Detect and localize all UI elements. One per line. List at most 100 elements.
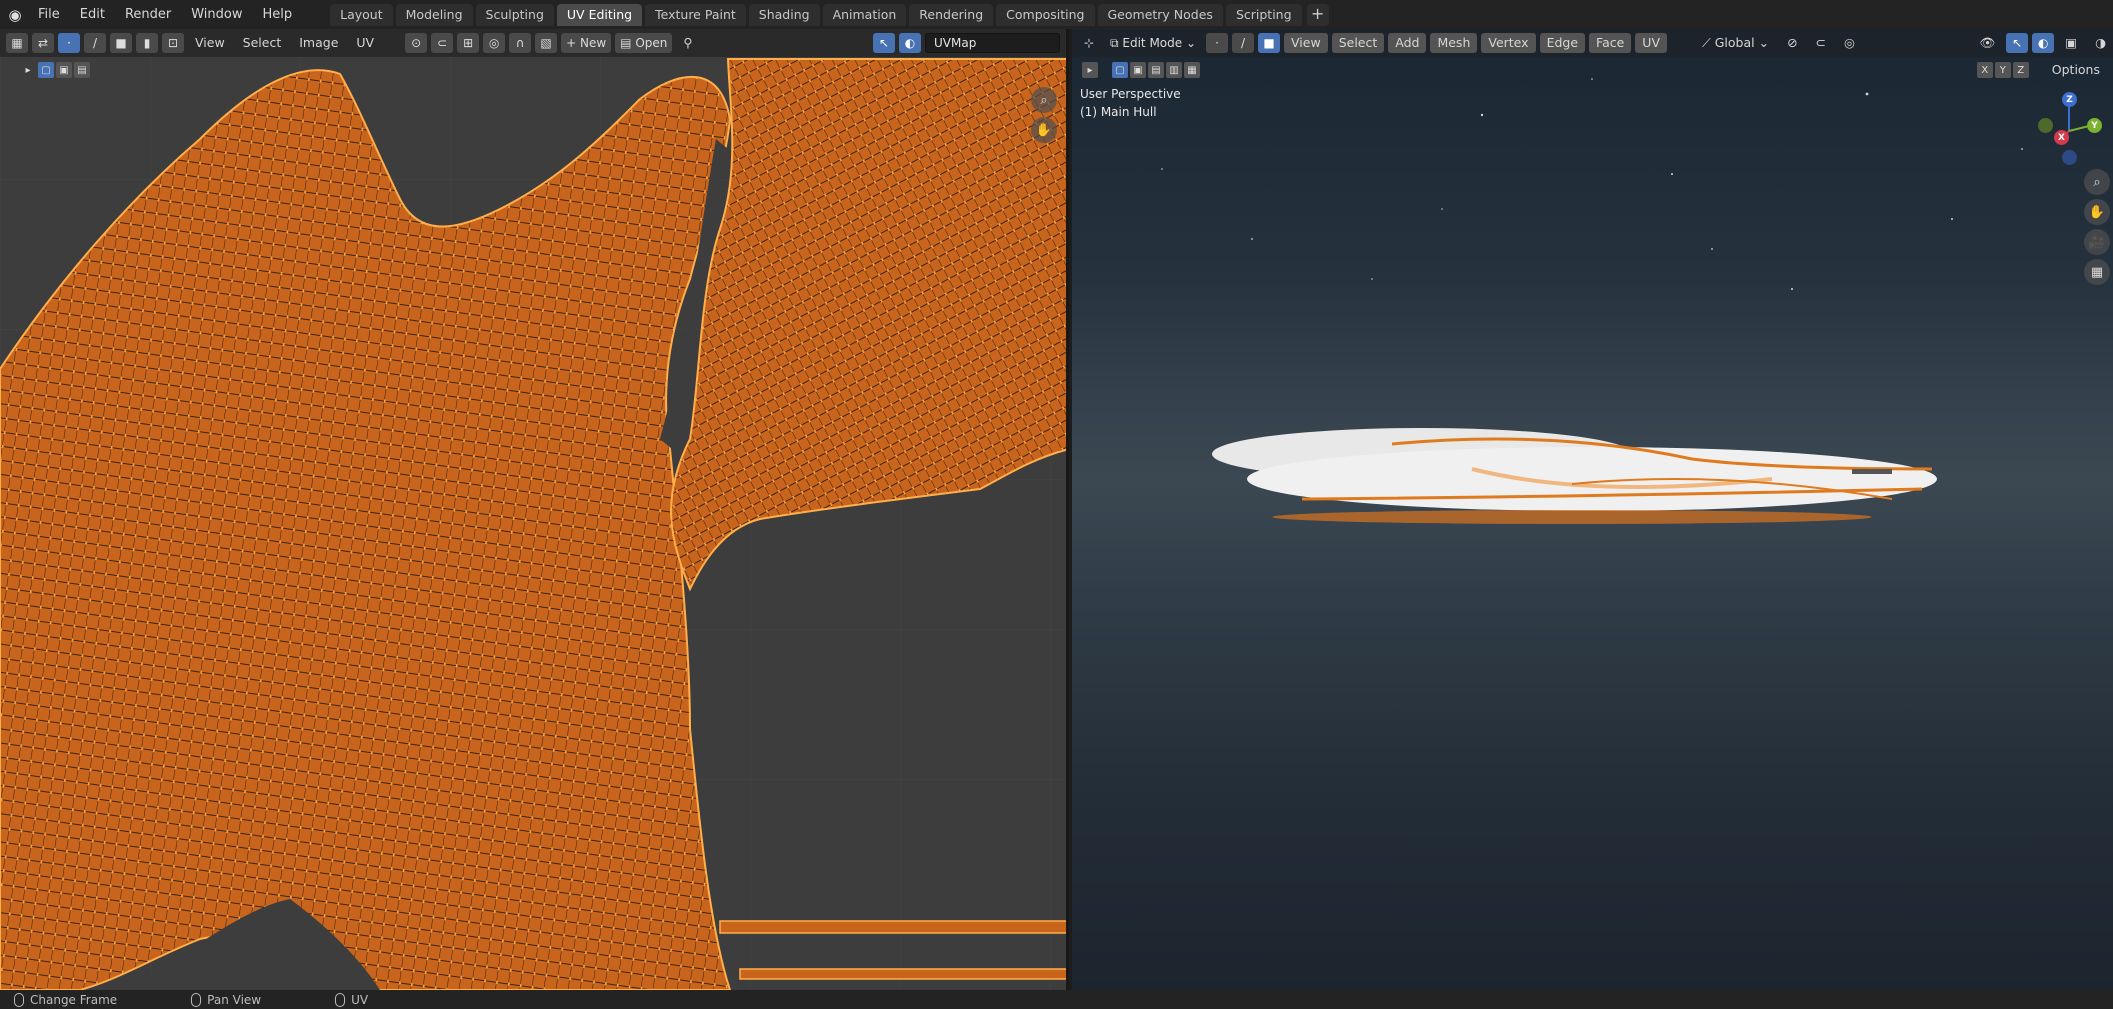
- vertex-mode-icon[interactable]: ·: [1206, 33, 1229, 53]
- ship-mesh: [1212, 428, 1937, 524]
- uv-editor[interactable]: ▦ ⇄ · / ■ ▮ ⊡ View Select Image UV ⊙ ⊂ ⊞…: [0, 29, 1069, 990]
- menu-edge[interactable]: Edge: [1539, 33, 1586, 53]
- workspace-tabs: Layout Modeling Sculpting UV Editing Tex…: [330, 3, 1329, 26]
- menu-add[interactable]: Add: [1388, 33, 1427, 53]
- edge-select-icon[interactable]: /: [84, 33, 106, 53]
- menu-file[interactable]: File: [28, 4, 70, 26]
- proportional-icon[interactable]: ◎: [1837, 33, 1862, 53]
- pivot-icon[interactable]: ⊙: [405, 33, 428, 53]
- viewport-scene[interactable]: [1072, 29, 2113, 990]
- uv-canvas[interactable]: [0, 29, 1069, 990]
- tab-animation[interactable]: Animation: [822, 3, 907, 26]
- mirror-axis-x[interactable]: X: [1976, 62, 1993, 78]
- editor-type-icon[interactable]: ▦: [6, 33, 28, 53]
- menu-uv[interactable]: UV: [349, 33, 381, 53]
- uvmap-field[interactable]: UVMap: [925, 33, 1060, 53]
- select-box-icon[interactable]: ▢: [38, 62, 54, 78]
- island-select-icon[interactable]: ▮: [136, 33, 158, 53]
- status-bar: Change Frame Pan View UV: [0, 990, 2113, 1009]
- gizmo-y[interactable]: Y: [2087, 118, 2102, 133]
- menu-vertex[interactable]: Vertex: [1481, 33, 1536, 53]
- menu-view[interactable]: View: [188, 33, 232, 53]
- tab-scripting[interactable]: Scripting: [1225, 3, 1302, 26]
- tab-modeling[interactable]: Modeling: [395, 3, 473, 26]
- mirror-axis-z[interactable]: Z: [2012, 62, 2029, 78]
- pan-hand-icon[interactable]: ✋: [1031, 117, 1057, 143]
- tab-uv-editing[interactable]: UV Editing: [556, 3, 643, 26]
- 3d-viewport[interactable]: ⊹ ⧉ Edit Mode ⌄ · / ■ View Select Add Me…: [1072, 29, 2113, 990]
- face-mode-icon[interactable]: ■: [1258, 33, 1281, 53]
- tab-geometry-nodes[interactable]: Geometry Nodes: [1097, 3, 1223, 26]
- xray-icon[interactable]: ▣: [2058, 33, 2084, 53]
- editor-type-3d-icon[interactable]: ⊹: [1078, 33, 1100, 53]
- zoom-icon[interactable]: ⌕: [1031, 87, 1057, 113]
- visibility-icon[interactable]: 👁: [1972, 33, 2002, 53]
- proportional-edit-icon[interactable]: ◎: [483, 33, 506, 53]
- sticky-select-icon[interactable]: ⊡: [162, 33, 184, 53]
- select-box-icon[interactable]: ▸: [1082, 62, 1098, 78]
- mouse-right-icon: [335, 992, 346, 1007]
- open-image-button[interactable]: ▤ Open: [615, 33, 673, 53]
- tab-compositing[interactable]: Compositing: [996, 3, 1095, 26]
- select-extend-icon[interactable]: ▣: [1130, 62, 1146, 78]
- menu-face[interactable]: Face: [1589, 33, 1632, 53]
- overlay-toggle-icon[interactable]: ◐: [2032, 33, 2055, 53]
- mode-selector[interactable]: ⧉ Edit Mode ⌄: [1104, 33, 1202, 53]
- edge-mode-icon[interactable]: /: [1232, 33, 1255, 53]
- tab-sculpting[interactable]: Sculpting: [475, 3, 554, 26]
- select-mode-2-icon[interactable]: ▤: [74, 62, 90, 78]
- falloff-icon[interactable]: ∩: [509, 33, 532, 53]
- mirror-axis-y[interactable]: Y: [1994, 62, 2011, 78]
- select-subtract-icon[interactable]: ▤: [1148, 62, 1164, 78]
- menu-render[interactable]: Render: [115, 4, 181, 26]
- select-new-icon[interactable]: ▢: [1112, 62, 1128, 78]
- status-change-frame: Change Frame: [14, 992, 117, 1007]
- menu-image[interactable]: Image: [292, 33, 345, 53]
- grid-projection-icon[interactable]: ▦: [2084, 259, 2110, 285]
- blender-logo-icon[interactable]: ◉: [2, 2, 28, 28]
- options-dropdown[interactable]: Options: [2045, 60, 2107, 80]
- select-intersect-icon[interactable]: ▦: [1184, 62, 1200, 78]
- image-browse-icon[interactable]: ▧: [535, 33, 558, 53]
- menu-select[interactable]: Select: [1331, 33, 1385, 53]
- camera-icon[interactable]: 🎥: [2084, 229, 2110, 255]
- menu-edit[interactable]: Edit: [70, 4, 115, 26]
- gizmo-neg-z[interactable]: [2062, 150, 2077, 165]
- menu-view[interactable]: View: [1284, 33, 1328, 53]
- pan-hand-icon[interactable]: ✋: [2084, 199, 2110, 225]
- tab-texture-paint[interactable]: Texture Paint: [645, 3, 746, 26]
- zoom-icon[interactable]: ⌕: [2084, 169, 2110, 195]
- vertex-select-icon[interactable]: ·: [58, 33, 80, 53]
- snap-icon[interactable]: ⊂: [431, 33, 454, 53]
- tab-shading[interactable]: Shading: [748, 3, 820, 26]
- toolbar-expand-icon[interactable]: ▸: [20, 62, 36, 78]
- gizmo-toggle-icon[interactable]: ↖: [873, 33, 895, 53]
- new-image-button[interactable]: + New: [561, 33, 612, 53]
- add-workspace-button[interactable]: +: [1306, 3, 1329, 26]
- top-bar: ◉ File Edit Render Window Help Layout Mo…: [0, 0, 2113, 29]
- select-mode-icon[interactable]: ▣: [56, 62, 72, 78]
- sync-selection-icon[interactable]: ⇄: [32, 33, 54, 53]
- tab-rendering[interactable]: Rendering: [909, 3, 994, 26]
- overlay-toggle-icon[interactable]: ◐: [899, 33, 921, 53]
- gizmo-z[interactable]: Z: [2062, 92, 2077, 107]
- menu-select[interactable]: Select: [236, 33, 289, 53]
- gizmo-neg-y[interactable]: [2038, 118, 2053, 133]
- menu-window[interactable]: Window: [181, 4, 252, 26]
- menu-help[interactable]: Help: [253, 4, 303, 26]
- snap-increment-icon[interactable]: ⊞: [457, 33, 480, 53]
- tab-layout[interactable]: Layout: [330, 3, 393, 26]
- pivot-point-icon[interactable]: ⊘: [1780, 33, 1804, 53]
- gizmo-toggle-icon[interactable]: ↖: [2006, 33, 2029, 53]
- uv-strip: [739, 968, 1066, 980]
- shading-mode-icon[interactable]: ◑: [2088, 33, 2113, 53]
- select-invert-icon[interactable]: ▥: [1166, 62, 1182, 78]
- snap-toggle-icon[interactable]: ⊂: [1809, 33, 1833, 53]
- menu-mesh[interactable]: Mesh: [1430, 33, 1478, 53]
- navigation-gizmo[interactable]: Z X Y: [2031, 87, 2111, 167]
- menu-uv[interactable]: UV: [1635, 33, 1667, 53]
- gizmo-x[interactable]: X: [2054, 130, 2069, 145]
- face-select-icon[interactable]: ■: [110, 33, 132, 53]
- transform-orientation-dropdown[interactable]: ⟋ Global ⌄: [1695, 33, 1776, 53]
- pin-icon[interactable]: ⚲: [676, 33, 699, 53]
